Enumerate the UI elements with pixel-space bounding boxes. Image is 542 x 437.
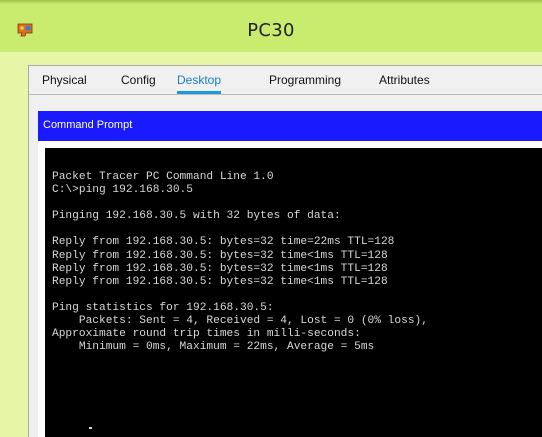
terminal-line: C:\>ping 192.168.30.5: [52, 184, 193, 197]
title-bar[interactable]: PC30: [0, 0, 542, 53]
terminal-line: Reply from 192.168.30.5: bytes=32 time=2…: [52, 236, 395, 249]
terminal-line: Packets: Sent = 4, Received = 4, Lost = …: [52, 315, 428, 328]
tab-config[interactable]: Config: [121, 66, 156, 93]
terminal-line: Approximate round trip times in milli-se…: [52, 328, 361, 341]
window-title: PC30: [247, 20, 295, 41]
terminal-line: Reply from 192.168.30.5: bytes=32 time<1…: [52, 262, 388, 275]
window-frame: [0, 52, 542, 65]
command-prompt-title: Command Prompt: [43, 119, 133, 131]
command-prompt-frame: Packet Tracer PC Command Line 1.0 C:\>pi…: [38, 141, 542, 437]
terminal-line: Minimum = 0ms, Maximum = 22ms, Average =…: [52, 341, 375, 354]
terminal-screen[interactable]: Packet Tracer PC Command Line 1.0 C:\>pi…: [45, 148, 542, 437]
terminal-line: Reply from 192.168.30.5: bytes=32 time<1…: [52, 249, 388, 262]
tab-programming[interactable]: Programming: [269, 66, 341, 93]
terminal-line: Packet Tracer PC Command Line 1.0: [52, 171, 274, 183]
tab-bar: Physical Config Desktop Programming Attr…: [29, 66, 542, 95]
terminal-line: Reply from 192.168.30.5: bytes=32 time<1…: [52, 275, 388, 288]
tab-desktop[interactable]: Desktop: [177, 66, 222, 94]
tab-attributes[interactable]: Attributes: [379, 66, 430, 93]
terminal-cursor: [89, 427, 92, 429]
terminal-line: Pinging 192.168.30.5 with 32 bytes of da…: [52, 210, 341, 223]
title-bar-edge: [0, 0, 542, 4]
device-window-content: Physical Config Desktop Programming Attr…: [28, 65, 542, 437]
terminal-output[interactable]: Packet Tracer PC Command Line 1.0 C:\>pi…: [52, 171, 428, 354]
terminal-line: Ping statistics for 192.168.30.5:: [52, 301, 274, 314]
command-prompt-header: Command Prompt: [38, 111, 542, 141]
tab-physical[interactable]: Physical: [42, 66, 87, 93]
